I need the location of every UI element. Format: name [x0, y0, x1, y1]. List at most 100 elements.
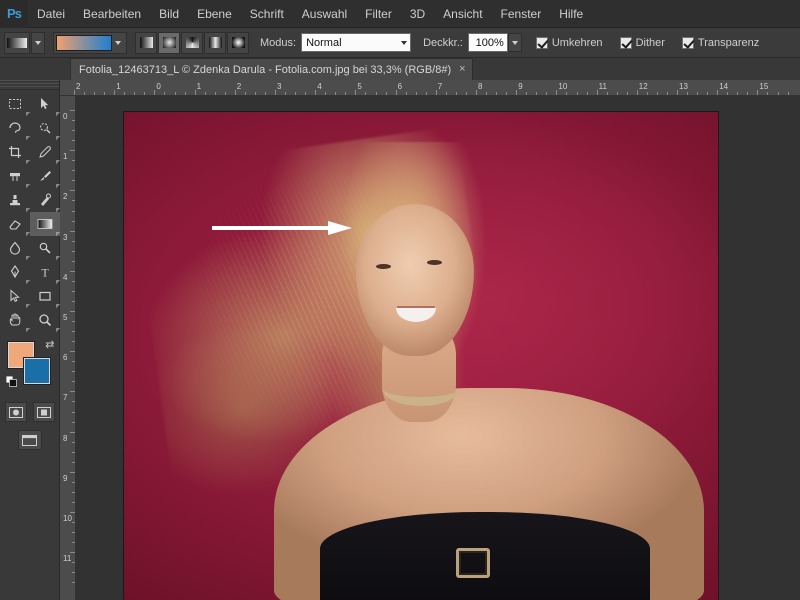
ruler-subtick — [72, 260, 75, 262]
tool-hand[interactable] — [0, 308, 30, 332]
opacity-chevron-down-icon[interactable] — [507, 33, 522, 52]
ruler-subtick — [445, 92, 447, 95]
tool-lasso[interactable] — [0, 116, 30, 140]
vertical-ruler[interactable]: 0 1 2 3 4 5 6 7 8 9 10 11 — [60, 96, 76, 600]
ruler-subtick — [697, 92, 699, 95]
ruler-subtick — [174, 92, 176, 95]
ruler-subtick — [656, 92, 658, 95]
dither-checkbox[interactable]: Dither — [619, 36, 670, 49]
tool-spot-healing-brush[interactable] — [0, 164, 30, 188]
reverse-label: Umkehren — [551, 36, 603, 49]
ruler-subtick — [415, 92, 417, 95]
tool-path-selection[interactable] — [0, 284, 30, 308]
ruler-subtick — [335, 92, 337, 95]
color-swatches: ⇄ — [5, 339, 55, 387]
transparency-checkbox[interactable]: Transparenz — [681, 36, 764, 49]
white-arrow-annotation — [212, 220, 354, 236]
ruler-tick-label: 10 — [63, 514, 72, 523]
ruler-tick-label: 9 — [518, 82, 523, 91]
tool-zoom[interactable] — [30, 308, 60, 332]
menu-filter[interactable]: Filter — [356, 3, 401, 25]
ruler-subtick — [72, 250, 75, 252]
tool-rectangular-marquee[interactable] — [0, 92, 30, 116]
ruler-tick-label: 2 — [76, 82, 81, 91]
horizontal-ruler[interactable]: 2 1 0 1 2 3 4 5 6 7 8 9 10 11 12 13 14 15 — [60, 80, 800, 96]
ruler-subtick — [626, 92, 628, 95]
ruler-subtick — [737, 92, 739, 95]
ruler-tick-label: 5 — [63, 313, 68, 322]
tool-history-brush[interactable] — [30, 188, 60, 212]
ruler-subtick — [72, 220, 75, 222]
menu-ansicht[interactable]: Ansicht — [434, 3, 491, 25]
tool-dodge[interactable] — [30, 236, 60, 260]
swap-colors-icon[interactable]: ⇄ — [45, 338, 54, 351]
ruler-subtick — [72, 481, 75, 483]
reflected-gradient-button[interactable] — [204, 31, 226, 54]
menu-auswahl[interactable]: Auswahl — [293, 3, 356, 25]
ruler-subtick — [405, 92, 407, 95]
panel-drag-handle[interactable] — [0, 80, 59, 90]
blend-mode-select[interactable]: Normal — [301, 33, 412, 52]
ruler-tick-label: 7 — [437, 82, 443, 91]
gradient-preset-chevron-down-icon[interactable] — [112, 40, 124, 45]
ruler-tick — [70, 391, 75, 393]
menu-fenster[interactable]: Fenster — [492, 3, 551, 25]
tool-blur[interactable] — [0, 236, 30, 260]
default-colors-icon[interactable] — [5, 374, 17, 387]
tool-crop[interactable] — [0, 140, 30, 164]
menu-datei[interactable]: Datei — [28, 3, 74, 25]
tool-quick-selection[interactable] — [30, 116, 60, 140]
tool-move[interactable] — [30, 92, 60, 116]
ruler-tick-label: 14 — [719, 82, 729, 91]
eye-left — [376, 264, 391, 269]
ruler-subtick — [606, 92, 608, 95]
close-icon[interactable]: × — [459, 64, 465, 75]
transparency-label: Transparenz — [697, 36, 760, 49]
ruler-subtick — [72, 582, 75, 584]
menu-hilfe[interactable]: Hilfe — [550, 3, 592, 25]
tool-clone-stamp[interactable] — [0, 188, 30, 212]
gradient-preset-picker[interactable] — [53, 31, 127, 54]
ruler-tick — [636, 90, 638, 95]
radial-gradient-button[interactable] — [158, 31, 180, 54]
menu-schrift[interactable]: Schrift — [241, 3, 293, 25]
ruler-tick-label: 0 — [63, 112, 68, 121]
chevron-down-icon — [401, 40, 408, 45]
menu-bearbeiten[interactable]: Bearbeiten — [74, 3, 150, 25]
ruler-subtick — [72, 130, 75, 132]
angle-gradient-button[interactable] — [181, 31, 203, 54]
opacity-input[interactable]: 100% — [467, 33, 508, 52]
tool-horizontal-type[interactable]: T — [30, 260, 60, 284]
tool-rectangle-shape[interactable] — [30, 284, 60, 308]
screen-mode-button[interactable] — [17, 430, 42, 450]
menu-bild[interactable]: Bild — [150, 3, 188, 25]
background-color-swatch[interactable] — [23, 358, 50, 384]
opacity-label: Deckkr.: — [423, 36, 463, 49]
tool-gradient[interactable] — [30, 212, 60, 236]
ruler-subtick — [72, 300, 75, 302]
document-image[interactable] — [124, 112, 718, 600]
ruler-subtick — [164, 92, 166, 95]
reverse-checkbox[interactable]: Umkehren — [535, 36, 608, 49]
tool-brush[interactable] — [30, 164, 60, 188]
document-tab[interactable]: Fotolia_12463713_L © Zdenka Darula - Fot… — [70, 58, 473, 80]
menu-ebene[interactable]: Ebene — [188, 3, 241, 25]
ruler-subtick — [305, 92, 307, 95]
tool-eraser[interactable] — [0, 212, 30, 236]
canvas-area[interactable] — [76, 96, 800, 600]
quick-mask-button[interactable] — [4, 402, 27, 422]
ruler-tick — [476, 90, 477, 95]
gradient-tool-icon[interactable] — [4, 31, 30, 54]
menu-3d[interactable]: 3D — [401, 3, 434, 25]
diamond-gradient-button[interactable] — [227, 31, 249, 54]
tool-eyedropper[interactable] — [30, 140, 60, 164]
ruler-subtick — [72, 451, 75, 453]
tool-preset-chevron-down-icon[interactable] — [31, 31, 45, 54]
gradient-preview-swatch[interactable] — [56, 34, 112, 51]
ruler-tick — [70, 351, 75, 353]
photoshop-window: Ps Datei Bearbeiten Bild Ebene Schrift A… — [0, 0, 800, 600]
linear-gradient-button[interactable] — [135, 31, 157, 54]
tool-pen[interactable] — [0, 260, 30, 284]
ruler-tick — [234, 90, 236, 95]
edit-in-standard-mode-button[interactable] — [32, 402, 55, 422]
